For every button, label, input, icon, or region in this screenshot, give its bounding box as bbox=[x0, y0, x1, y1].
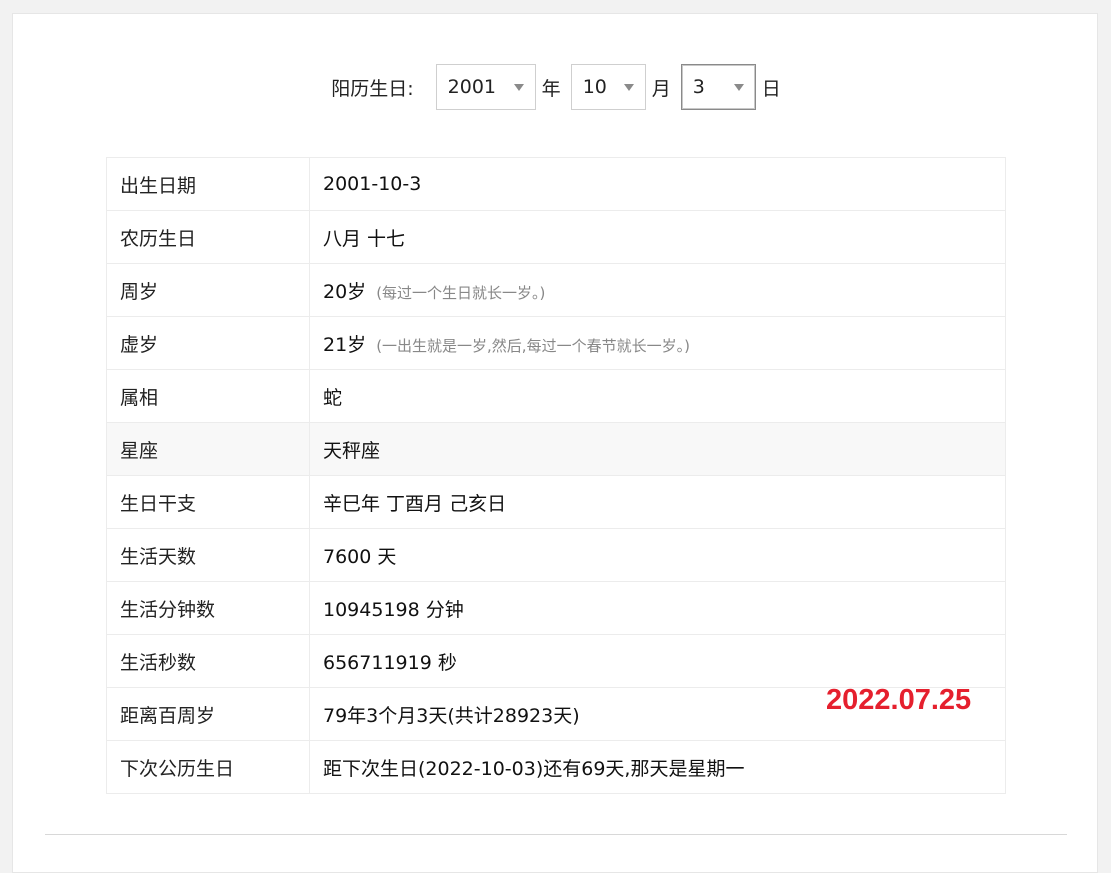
row-value: 天秤座 bbox=[309, 422, 1006, 476]
row-key: 星座 bbox=[106, 422, 310, 476]
row-value-text: 7600 天 bbox=[323, 545, 397, 568]
row-key: 生活秒数 bbox=[106, 634, 310, 688]
table-row: 生活分钟数 10945198 分钟 bbox=[106, 581, 1006, 635]
row-key: 生活天数 bbox=[106, 528, 310, 582]
table-row: 生日干支 辛巳年 丁酉月 己亥日 bbox=[106, 475, 1006, 529]
table-row: 周岁 20岁 (每过一个生日就长一岁。) bbox=[106, 263, 1006, 317]
main-card: 阳历生日: 2001 年 10 月 3 日 出生日期 2001-10-3 农历生… bbox=[12, 13, 1098, 873]
row-value-text: 距下次生日(2022-10-03)还有69天,那天是星期一 bbox=[323, 757, 745, 780]
row-key: 周岁 bbox=[106, 263, 310, 317]
row-value-text: 蛇 bbox=[323, 386, 343, 409]
month-select-value: 10 bbox=[582, 76, 607, 98]
row-note: (一出生就是一岁,然后,每过一个春节就长一岁。) bbox=[376, 336, 690, 355]
row-key: 虚岁 bbox=[106, 316, 310, 370]
row-value: 7600 天 bbox=[309, 528, 1006, 582]
table-row: 农历生日 八月 十七 bbox=[106, 210, 1006, 264]
row-value: 2001-10-3 bbox=[309, 157, 1006, 211]
row-value: 八月 十七 bbox=[309, 210, 1006, 264]
birthday-picker: 阳历生日: 2001 年 10 月 3 日 bbox=[13, 64, 1099, 110]
date-stamp: 2022.07.25 bbox=[826, 684, 972, 716]
row-value: 21岁 (一出生就是一岁,然后,每过一个春节就长一岁。) bbox=[309, 316, 1006, 370]
dropdown-arrow-icon bbox=[733, 84, 744, 91]
row-value-text: 八月 十七 bbox=[323, 227, 406, 250]
row-value-text: 79年3个月3天(共计28923天) bbox=[323, 704, 580, 727]
picker-label: 阳历生日: bbox=[331, 77, 414, 100]
row-value: 656711919 秒 bbox=[309, 634, 1006, 688]
table-row: 属相 蛇 bbox=[106, 369, 1006, 423]
row-value: 20岁 (每过一个生日就长一岁。) bbox=[309, 263, 1006, 317]
day-select-value: 3 bbox=[692, 76, 705, 98]
table-row: 下次公历生日 距下次生日(2022-10-03)还有69天,那天是星期一 bbox=[106, 740, 1006, 794]
year-unit: 年 bbox=[541, 77, 561, 100]
row-value-text: 20岁 bbox=[323, 280, 367, 303]
day-unit: 日 bbox=[761, 77, 781, 100]
year-select-value: 2001 bbox=[447, 76, 497, 98]
dropdown-arrow-icon bbox=[623, 84, 634, 91]
row-key: 距离百周岁 bbox=[106, 687, 310, 741]
row-key: 生活分钟数 bbox=[106, 581, 310, 635]
table-row: 生活天数 7600 天 bbox=[106, 528, 1006, 582]
row-key: 生日干支 bbox=[106, 475, 310, 529]
row-value-text: 21岁 bbox=[323, 333, 367, 356]
row-value-text: 辛巳年 丁酉月 己亥日 bbox=[323, 492, 507, 515]
row-value: 距下次生日(2022-10-03)还有69天,那天是星期一 bbox=[309, 740, 1006, 794]
table-row: 生活秒数 656711919 秒 bbox=[106, 634, 1006, 688]
table-row: 虚岁 21岁 (一出生就是一岁,然后,每过一个春节就长一岁。) bbox=[106, 316, 1006, 370]
row-value: 辛巳年 丁酉月 己亥日 bbox=[309, 475, 1006, 529]
row-key: 出生日期 bbox=[106, 157, 310, 211]
row-key: 农历生日 bbox=[106, 210, 310, 264]
table-row: 星座 天秤座 bbox=[106, 422, 1006, 476]
row-value: 蛇 bbox=[309, 369, 1006, 423]
row-value: 10945198 分钟 bbox=[309, 581, 1006, 635]
divider bbox=[45, 834, 1067, 835]
month-select[interactable]: 10 bbox=[570, 64, 646, 110]
row-value-text: 10945198 分钟 bbox=[323, 598, 464, 621]
month-unit: 月 bbox=[651, 77, 671, 100]
row-key: 属相 bbox=[106, 369, 310, 423]
row-note: (每过一个生日就长一岁。) bbox=[376, 283, 546, 302]
year-select[interactable]: 2001 bbox=[435, 64, 536, 110]
row-value-text: 天秤座 bbox=[323, 439, 381, 462]
day-select[interactable]: 3 bbox=[680, 64, 756, 110]
row-key: 下次公历生日 bbox=[106, 740, 310, 794]
row-value-text: 656711919 秒 bbox=[323, 651, 457, 674]
dropdown-arrow-icon bbox=[513, 84, 524, 91]
row-value-text: 2001-10-3 bbox=[323, 173, 422, 195]
table-row: 出生日期 2001-10-3 bbox=[106, 157, 1006, 211]
